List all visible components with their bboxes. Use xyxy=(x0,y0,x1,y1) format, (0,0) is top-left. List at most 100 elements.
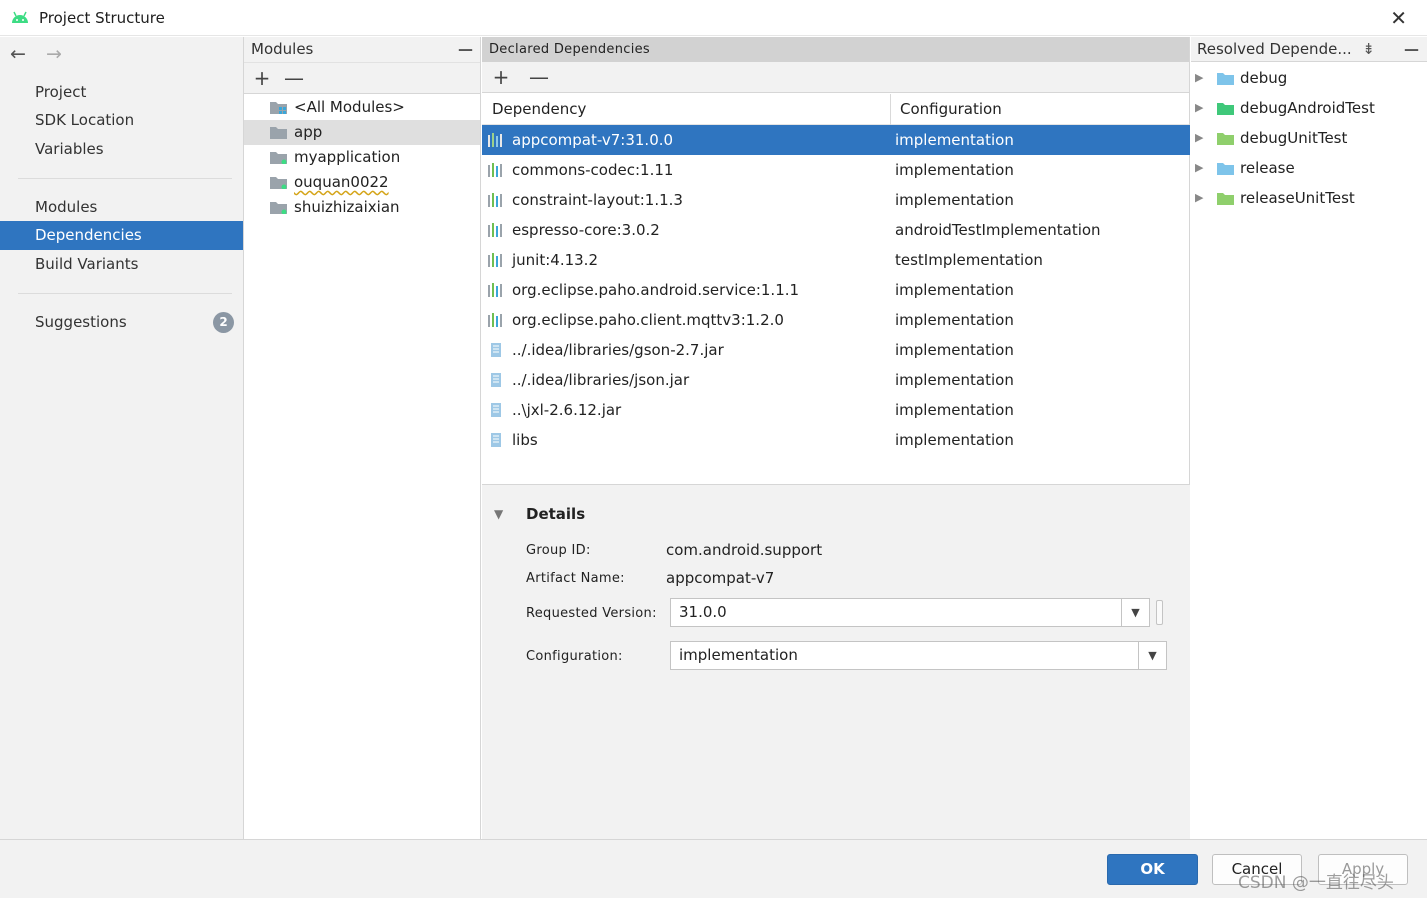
library-icon xyxy=(488,133,502,147)
dependency-name: commons-codec:1.11 xyxy=(512,161,674,179)
collapse-triangle-icon[interactable]: ▼ xyxy=(494,507,503,521)
resolved-dependencies-panel: Resolved Depende... ⇟ — ▶ debug ▶ debugA… xyxy=(1191,37,1427,839)
module-item-myapplication[interactable]: myapplication xyxy=(244,145,480,170)
title-bar: Project Structure ✕ xyxy=(0,0,1427,36)
jar-icon xyxy=(491,433,501,447)
minimize-icon[interactable]: — xyxy=(1404,37,1419,62)
remove-module-button[interactable]: — xyxy=(278,63,310,93)
remove-dependency-button[interactable]: — xyxy=(520,62,558,92)
nav-item-sdk-location[interactable]: SDK Location xyxy=(0,106,243,135)
module-folder-icon xyxy=(270,127,287,139)
resolved-item-debug[interactable]: ▶ debug xyxy=(1191,63,1427,93)
dependency-config: implementation xyxy=(895,311,1014,329)
table-row[interactable]: org.eclipse.paho.client.mqttv3:1.2.0 imp… xyxy=(482,305,1190,335)
module-item-label: <All Modules> xyxy=(294,98,405,116)
collapse-all-icon[interactable]: ⇟ xyxy=(1362,37,1375,62)
library-icon xyxy=(488,313,502,327)
module-item-label: app xyxy=(294,123,323,141)
ok-button[interactable]: OK xyxy=(1107,854,1198,885)
left-nav: ← → Project SDK Location Variables Modul… xyxy=(0,37,244,839)
folder-icon xyxy=(1217,103,1234,115)
nav-item-build-variants[interactable]: Build Variants xyxy=(0,250,243,279)
resolved-item-label: debug xyxy=(1240,69,1288,87)
chevron-right-icon[interactable]: ▶ xyxy=(1195,63,1203,93)
dependency-name: libs xyxy=(512,431,538,449)
module-item-ouquan0022[interactable]: ouquan0022 xyxy=(244,170,480,195)
dependency-name: org.eclipse.paho.android.service:1.1.1 xyxy=(512,281,800,299)
modules-header: Modules — xyxy=(244,37,480,62)
nav-divider xyxy=(18,178,232,179)
jar-icon xyxy=(491,343,501,357)
table-row[interactable]: ../.idea/libraries/json.jar implementati… xyxy=(482,365,1190,395)
library-icon xyxy=(488,253,502,267)
module-item-shuizhizaixian[interactable]: shuizhizaixian xyxy=(244,195,480,220)
configuration-value: implementation xyxy=(679,646,798,664)
folder-icon xyxy=(1217,133,1234,145)
column-header-dependency[interactable]: Dependency xyxy=(492,94,586,125)
jar-icon xyxy=(491,373,501,387)
resolved-header-title: Resolved Depende... xyxy=(1197,40,1352,58)
table-row[interactable]: constraint-layout:1.1.3 implementation xyxy=(482,185,1190,215)
chevron-right-icon[interactable]: ▶ xyxy=(1195,93,1203,123)
resolved-item-debugunittest[interactable]: ▶ debugUnitTest xyxy=(1191,123,1427,153)
nav-item-project[interactable]: Project xyxy=(0,78,243,107)
modules-panel: Modules — + — <All Modules> app myapplica… xyxy=(244,37,481,839)
dependency-name: ..\jxl-2.6.12.jar xyxy=(512,401,622,419)
module-item-label: myapplication xyxy=(294,148,401,166)
table-row[interactable]: junit:4.13.2 testImplementation xyxy=(482,245,1190,275)
configuration-combo[interactable]: implementation ▼ xyxy=(670,641,1167,670)
resolved-item-label: release xyxy=(1240,159,1295,177)
column-divider[interactable] xyxy=(890,94,891,125)
table-row[interactable]: ..\jxl-2.6.12.jar implementation xyxy=(482,395,1190,425)
chevron-down-icon[interactable]: ▼ xyxy=(1138,642,1166,669)
artifact-name-label: Artifact Name: xyxy=(526,571,625,586)
module-item-all-modules[interactable]: <All Modules> xyxy=(244,95,480,120)
nav-item-suggestions[interactable]: Suggestions 2 xyxy=(0,308,243,337)
resolved-item-release[interactable]: ▶ release xyxy=(1191,153,1427,183)
dependency-config: implementation xyxy=(895,401,1014,419)
dependency-config: implementation xyxy=(895,191,1014,209)
chevron-right-icon[interactable]: ▶ xyxy=(1195,183,1203,213)
artifact-name-value: appcompat-v7 xyxy=(666,569,775,587)
table-row[interactable]: appcompat-v7:31.0.0 implementation xyxy=(482,125,1190,155)
back-arrow-icon[interactable]: ← xyxy=(10,43,40,65)
nav-arrows: ← → xyxy=(10,43,76,65)
chevron-down-icon[interactable]: ▼ xyxy=(1121,599,1149,626)
library-icon xyxy=(488,283,502,297)
module-item-app[interactable]: app xyxy=(244,120,480,145)
table-row[interactable]: espresso-core:3.0.2 androidTestImplement… xyxy=(482,215,1190,245)
folder-icon xyxy=(1217,193,1234,205)
module-item-label: shuizhizaixian xyxy=(294,198,400,216)
forward-arrow-icon[interactable]: → xyxy=(46,43,76,65)
nav-item-variables[interactable]: Variables xyxy=(0,135,243,164)
version-side-button[interactable] xyxy=(1156,600,1163,625)
resolved-item-debugandroidtest[interactable]: ▶ debugAndroidTest xyxy=(1191,93,1427,123)
minimize-icon[interactable]: — xyxy=(458,37,473,62)
nav-divider xyxy=(18,293,232,294)
suggestions-count-badge: 2 xyxy=(213,312,234,333)
add-dependency-button[interactable]: + xyxy=(482,62,520,92)
nav-item-label: Project xyxy=(35,83,87,101)
column-header-configuration[interactable]: Configuration xyxy=(900,94,1002,125)
dependency-config: implementation xyxy=(895,431,1014,449)
table-row[interactable]: libs implementation xyxy=(482,425,1190,455)
dependency-config: androidTestImplementation xyxy=(895,221,1101,239)
table-row[interactable]: commons-codec:1.11 implementation xyxy=(482,155,1190,185)
window-title: Project Structure xyxy=(39,9,165,27)
group-id-value: com.android.support xyxy=(666,541,823,559)
chevron-right-icon[interactable]: ▶ xyxy=(1195,153,1203,183)
add-module-button[interactable]: + xyxy=(246,63,278,93)
close-icon[interactable]: ✕ xyxy=(1390,6,1407,30)
module-folder-icon xyxy=(270,152,287,164)
requested-version-combo[interactable]: 31.0.0 ▼ xyxy=(670,598,1150,627)
resolved-item-releaseunittest[interactable]: ▶ releaseUnitTest xyxy=(1191,183,1427,213)
nav-item-modules[interactable]: Modules xyxy=(0,193,243,222)
table-row[interactable]: ../.idea/libraries/gson-2.7.jar implemen… xyxy=(482,335,1190,365)
nav-item-dependencies[interactable]: Dependencies xyxy=(0,221,243,250)
chevron-right-icon[interactable]: ▶ xyxy=(1195,123,1203,153)
library-icon xyxy=(488,193,502,207)
module-folder-icon xyxy=(270,202,287,214)
dialog-footer: OK Cancel Apply CSDN @一直往尽头 xyxy=(0,839,1427,898)
nav-item-label: Suggestions xyxy=(35,313,127,331)
table-row[interactable]: org.eclipse.paho.android.service:1.1.1 i… xyxy=(482,275,1190,305)
